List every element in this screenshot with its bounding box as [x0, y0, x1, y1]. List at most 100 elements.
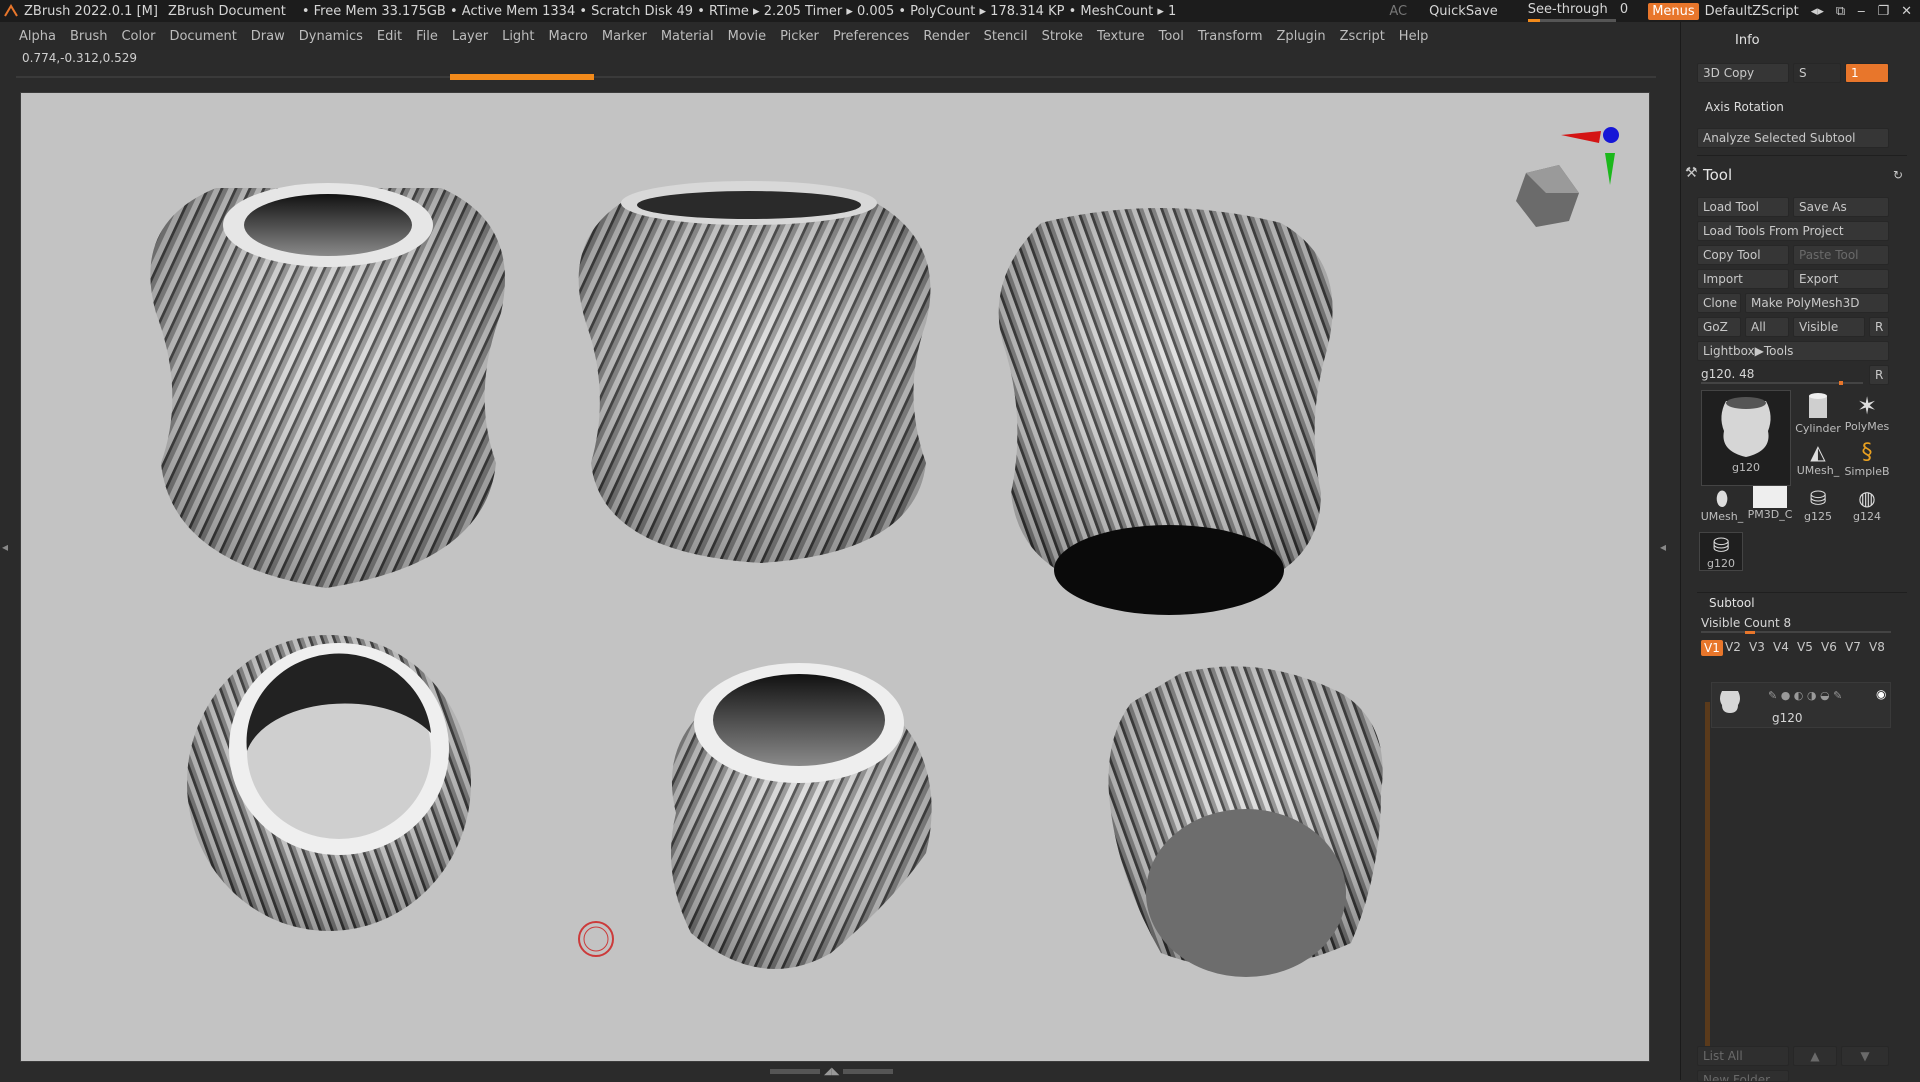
see-through-slider[interactable]: See-through 0 — [1527, 2, 1629, 22]
eye-icon[interactable]: ◉ — [1876, 687, 1886, 701]
visibility-tab-v5[interactable]: V5 — [1797, 640, 1813, 654]
menu-color[interactable]: Color — [121, 29, 155, 44]
tool-header[interactable]: Tool — [1703, 166, 1732, 184]
tool-thumb-umesh-1[interactable]: ◭ UMesh_ — [1795, 440, 1841, 477]
tool-thumb-simpleb[interactable]: § SimpleB — [1843, 440, 1891, 478]
save-as-button[interactable]: Save As — [1793, 197, 1889, 217]
load-from-project-button[interactable]: Load Tools From Project — [1697, 221, 1889, 241]
analyze-subtool-button[interactable]: Analyze Selected Subtool — [1697, 128, 1889, 148]
visibility-tab-v8[interactable]: V8 — [1869, 640, 1885, 654]
close-icon[interactable]: ✕ — [1901, 4, 1912, 19]
make-polymesh-button[interactable]: Make PolyMesh3D — [1745, 293, 1889, 313]
move-up-icon[interactable]: ▲ — [1793, 1046, 1837, 1066]
visibility-tab-v1[interactable]: V1 — [1701, 640, 1723, 656]
tool-thumb-cylinder[interactable]: Cylinder — [1795, 392, 1841, 435]
see-through-value: 0 — [1619, 2, 1629, 17]
visible-count-slider[interactable] — [1701, 631, 1891, 634]
menu-material[interactable]: Material — [661, 29, 714, 44]
tool-slider[interactable] — [1701, 381, 1863, 385]
pot-mesh-3[interactable] — [998, 208, 1333, 615]
all-button[interactable]: All — [1745, 317, 1789, 337]
navigation-cube-icon[interactable] — [1516, 165, 1579, 227]
clone-button[interactable]: Clone — [1697, 293, 1741, 313]
pot-mesh-1[interactable] — [150, 183, 505, 588]
subtool-toggle-icons[interactable]: ✎ ● ◐ ◑ ◒ ✎ — [1768, 689, 1842, 702]
menu-marker[interactable]: Marker — [602, 29, 647, 44]
visibility-tab-v3[interactable]: V3 — [1749, 640, 1765, 654]
menu-texture[interactable]: Texture — [1097, 29, 1145, 44]
menu-dynamics[interactable]: Dynamics — [299, 29, 363, 44]
goz-r-button[interactable]: R — [1869, 317, 1889, 337]
menu-movie[interactable]: Movie — [728, 29, 766, 44]
quicksave-button[interactable]: QuickSave — [1429, 4, 1498, 19]
move-down-icon[interactable]: ▼ — [1841, 1046, 1889, 1066]
tool-thumb-pm3d[interactable]: PM3D_C — [1747, 486, 1793, 521]
pot-mesh-5[interactable] — [671, 663, 932, 969]
visibility-tab-v6[interactable]: V6 — [1821, 640, 1837, 654]
menu-help[interactable]: Help — [1399, 29, 1429, 44]
goz-button[interactable]: GoZ — [1697, 317, 1741, 337]
paste-tool-button[interactable]: Paste Tool — [1793, 245, 1889, 265]
tool-thumb-g120-small[interactable]: ⛁ g120 — [1699, 532, 1743, 571]
right-tray-handle[interactable]: ◂ — [1658, 470, 1670, 620]
menu-transform[interactable]: Transform — [1198, 29, 1263, 44]
new-folder-button[interactable]: New Folder — [1697, 1070, 1789, 1082]
dock-icon[interactable]: ◂▸ — [1811, 4, 1824, 19]
minimize-icon[interactable]: ‒ — [1857, 4, 1865, 19]
pot-icon: ◍ — [1858, 486, 1876, 510]
menu-document[interactable]: Document — [169, 29, 236, 44]
menu-stroke[interactable]: Stroke — [1042, 29, 1083, 44]
menu-tool[interactable]: Tool — [1159, 29, 1184, 44]
copy3d-button[interactable]: 3D Copy — [1697, 63, 1789, 83]
tool-thumb-polymesh[interactable]: ✶ PolyMes — [1843, 392, 1891, 433]
menu-brush[interactable]: Brush — [70, 29, 108, 44]
export-button[interactable]: Export — [1793, 269, 1889, 289]
lightbox-tools-button[interactable]: Lightbox▶Tools — [1697, 341, 1889, 361]
visibility-tab-v2[interactable]: V2 — [1725, 640, 1741, 654]
subtool-scrollbar[interactable] — [1705, 702, 1710, 1064]
window-controls: ◂▸ ⧉ ‒ ❐ ✕ — [1811, 4, 1912, 19]
tool-thumb-g120[interactable]: g120 — [1701, 390, 1791, 486]
copy-tool-button[interactable]: Copy Tool — [1697, 245, 1789, 265]
pot-mesh-2[interactable] — [578, 181, 931, 563]
left-tray-handle[interactable]: ◂ — [0, 470, 12, 620]
tool-r-button[interactable]: R — [1869, 365, 1889, 385]
menu-zplugin[interactable]: Zplugin — [1277, 29, 1326, 44]
menu-preferences[interactable]: Preferences — [833, 29, 909, 44]
menus-button[interactable]: Menus — [1648, 2, 1699, 20]
tool-thumb-umesh-2[interactable]: ⬮ UMesh_ — [1699, 486, 1745, 523]
tool-thumb-label: g120 — [1732, 461, 1760, 474]
menu-layer[interactable]: Layer — [452, 29, 488, 44]
menu-alpha[interactable]: Alpha — [19, 29, 56, 44]
tool-thumb-g125[interactable]: ⛁ g125 — [1795, 486, 1841, 523]
pot-mesh-6[interactable] — [1108, 666, 1383, 977]
restore-icon[interactable]: ❐ — [1877, 4, 1889, 19]
s-input[interactable]: 1 — [1845, 63, 1889, 83]
import-button[interactable]: Import — [1697, 269, 1789, 289]
tool-thumb-g124[interactable]: ◍ g124 — [1843, 486, 1891, 523]
subtool-header[interactable]: Subtool — [1709, 596, 1755, 610]
menu-picker[interactable]: Picker — [780, 29, 819, 44]
menu-light[interactable]: Light — [502, 29, 534, 44]
axis-gizmo-icon[interactable] — [1561, 127, 1619, 185]
menu-stencil[interactable]: Stencil — [984, 29, 1028, 44]
visible-button[interactable]: Visible — [1793, 317, 1865, 337]
menu-zscript[interactable]: Zscript — [1340, 29, 1385, 44]
menu-render[interactable]: Render — [923, 29, 969, 44]
list-all-button[interactable]: List All — [1697, 1046, 1789, 1066]
visibility-tab-v4[interactable]: V4 — [1773, 640, 1789, 654]
menu-draw[interactable]: Draw — [251, 29, 285, 44]
menu-file[interactable]: File — [416, 29, 438, 44]
visibility-tab-v7[interactable]: V7 — [1845, 640, 1861, 654]
menu-macro[interactable]: Macro — [549, 29, 588, 44]
canvas-viewport[interactable] — [20, 92, 1650, 1062]
refresh-icon[interactable]: ↻ — [1893, 168, 1903, 182]
subtool-list-item[interactable]: ✎ ● ◐ ◑ ◒ ✎ ◉ g120 — [1711, 682, 1891, 728]
default-zscript-button[interactable]: DefaultZScript — [1705, 4, 1799, 19]
pot-mesh-4[interactable] — [187, 635, 471, 931]
layout-icon[interactable]: ⧉ — [1836, 4, 1845, 19]
pot-icon: ⛁ — [1809, 486, 1827, 510]
menu-edit[interactable]: Edit — [377, 29, 402, 44]
load-tool-button[interactable]: Load Tool — [1697, 197, 1789, 217]
bottom-tray-handle[interactable]: ◢◣ — [770, 1066, 900, 1077]
